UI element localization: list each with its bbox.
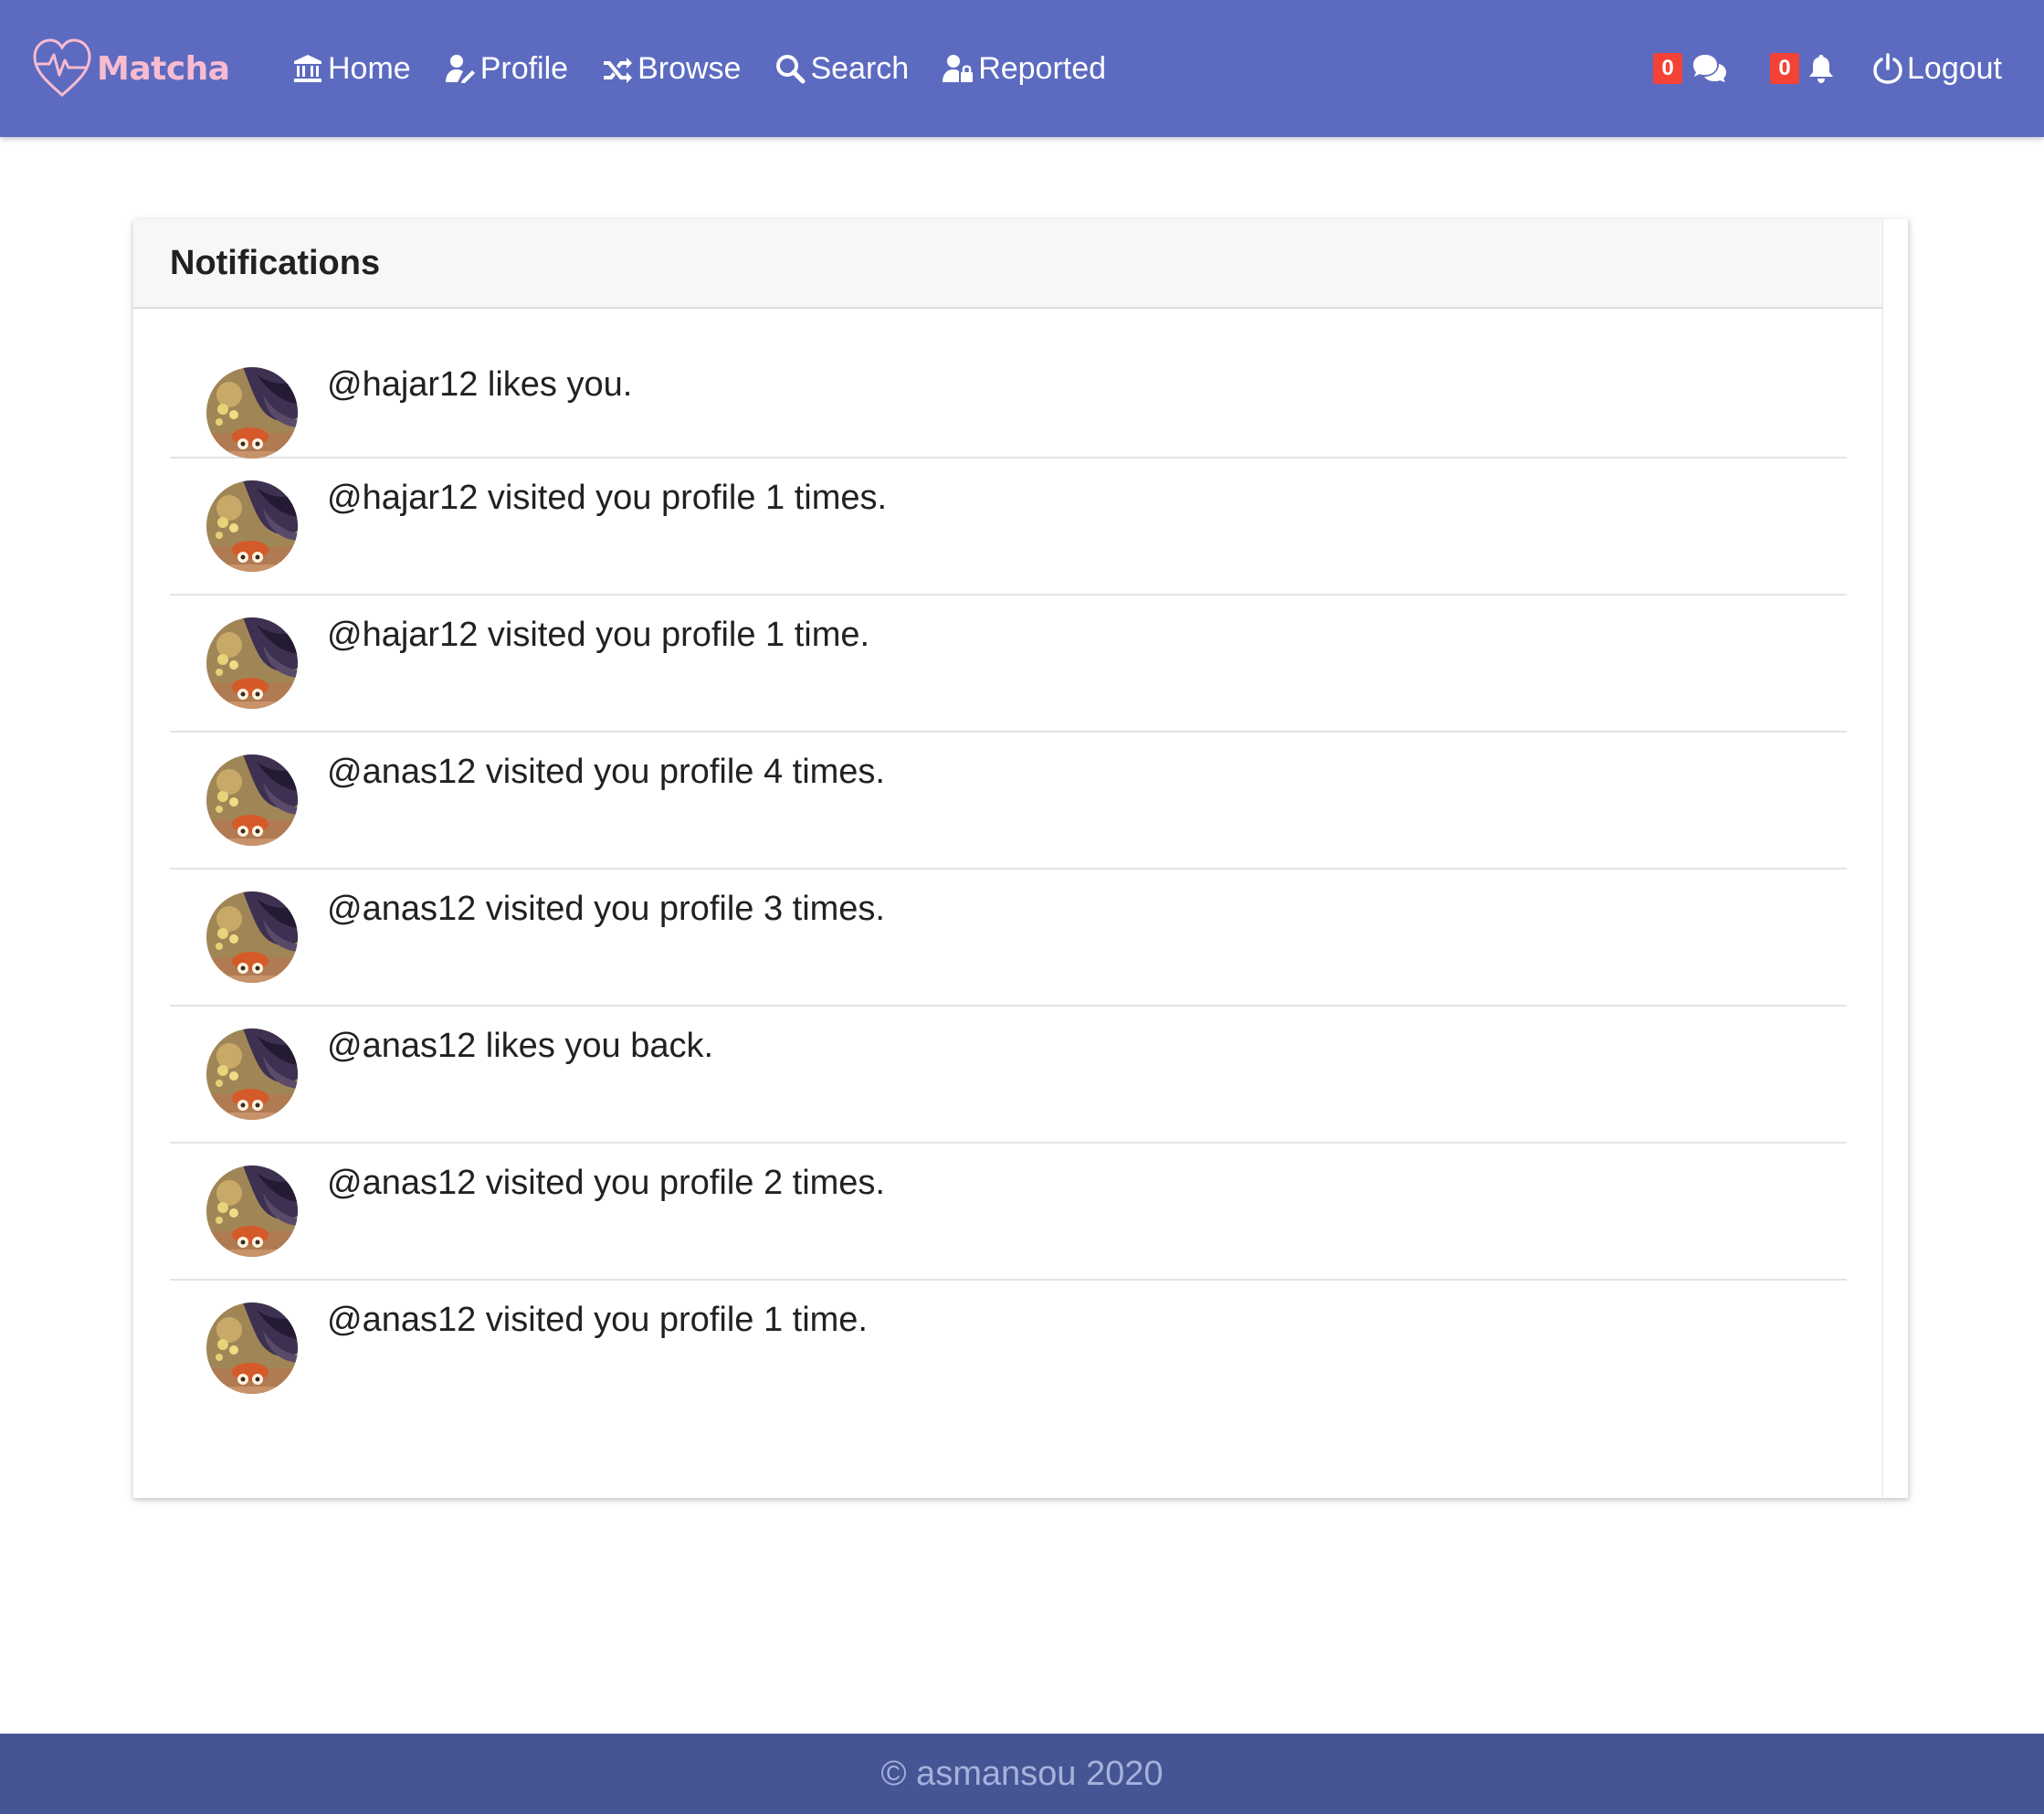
avatar-image	[206, 754, 298, 846]
notification-list: @hajar12 likes you. @hajar12 visited you…	[170, 311, 1847, 1418]
power-icon	[1873, 53, 1902, 84]
notification-item[interactable]: @anas12 visited you profile 4 times.	[170, 733, 1847, 870]
user-lock-icon	[943, 55, 974, 82]
notifications-card-body: Notifications @hajar12 likes you. @hajar…	[133, 219, 1883, 1498]
notification-text: @anas12 visited you profile 2 times.	[327, 1164, 885, 1202]
comments-icon	[1693, 55, 1726, 82]
avatar[interactable]	[206, 1165, 298, 1257]
avatar-image	[206, 617, 298, 709]
avatar-image	[206, 1302, 298, 1394]
notification-text: @anas12 visited you profile 4 times.	[327, 753, 885, 791]
avatar-image	[206, 891, 298, 983]
page-title: Notifications	[170, 243, 381, 282]
brand-logo[interactable]: Matcha	[31, 35, 230, 102]
nav-profile[interactable]: Profile	[445, 46, 568, 91]
avatar[interactable]	[206, 1302, 298, 1394]
nav-home-label: Home	[328, 50, 411, 86]
nav-search-label: Search	[810, 50, 910, 86]
notifications-card: Notifications @hajar12 likes you. @hajar…	[133, 219, 1909, 1498]
avatar[interactable]	[206, 891, 298, 983]
nav-home[interactable]: Home	[292, 46, 411, 91]
notification-text: @hajar12 visited you profile 1 time.	[327, 616, 870, 654]
avatar-image	[206, 1165, 298, 1257]
messages-button[interactable]: 0	[1653, 53, 1728, 84]
avatar-image	[206, 367, 298, 459]
notification-text: @anas12 likes you back.	[327, 1027, 714, 1065]
avatar[interactable]	[206, 1028, 298, 1120]
footer-copyright: © asmansou 2020	[880, 1754, 1164, 1793]
top-navbar: Matcha Home Profile Browse Search Report…	[0, 0, 2044, 137]
notification-item[interactable]: @anas12 visited you profile 2 times.	[170, 1144, 1847, 1281]
nav-reported-label: Reported	[978, 50, 1107, 86]
search-icon	[776, 55, 806, 84]
avatar-image	[206, 1028, 298, 1120]
nav-profile-label: Profile	[479, 50, 569, 86]
footer: © asmansou 2020	[0, 1734, 2044, 1814]
avatar[interactable]	[206, 754, 298, 846]
notifications-button[interactable]: 0	[1770, 53, 1834, 84]
notifications-count-badge: 0	[1770, 53, 1799, 84]
brand-name: Matcha	[97, 49, 230, 88]
messages-count-badge: 0	[1653, 53, 1682, 84]
shuffle-icon	[604, 58, 633, 83]
notification-text: @hajar12 likes you.	[327, 365, 633, 404]
notification-item[interactable]: @anas12 likes you back.	[170, 1007, 1847, 1144]
notification-text: @anas12 visited you profile 3 times.	[327, 890, 885, 928]
notification-item[interactable]: @hajar12 likes you.	[170, 311, 1847, 459]
nav-browse[interactable]: Browse	[602, 46, 741, 91]
notification-text: @anas12 visited you profile 1 time.	[327, 1301, 868, 1339]
nav-reported[interactable]: Reported	[943, 46, 1106, 91]
avatar[interactable]	[206, 480, 298, 572]
user-edit-icon	[445, 55, 475, 83]
bell-icon	[1809, 55, 1833, 83]
notification-item[interactable]: @hajar12 visited you profile 1 time.	[170, 596, 1847, 733]
heart-logo-icon	[33, 38, 91, 97]
logout-label: Logout	[1907, 50, 2002, 86]
nav-right: 0 0 Logout	[1653, 46, 2002, 91]
avatar[interactable]	[206, 617, 298, 709]
nav-browse-label: Browse	[637, 50, 742, 86]
nav-links: Home Profile Browse Search Reported	[292, 46, 1140, 91]
card-header: Notifications	[133, 219, 1882, 309]
logout-button[interactable]: Logout	[1872, 51, 2002, 87]
avatar[interactable]	[206, 367, 298, 459]
notification-item[interactable]: @anas12 visited you profile 3 times.	[170, 870, 1847, 1007]
notification-text: @hajar12 visited you profile 1 times.	[327, 479, 888, 517]
avatar-image	[206, 480, 298, 572]
bank-icon	[294, 55, 321, 82]
notification-item[interactable]: @anas12 visited you profile 1 time.	[170, 1281, 1847, 1418]
notification-item[interactable]: @hajar12 visited you profile 1 times.	[170, 459, 1847, 596]
nav-search[interactable]: Search	[774, 46, 909, 91]
